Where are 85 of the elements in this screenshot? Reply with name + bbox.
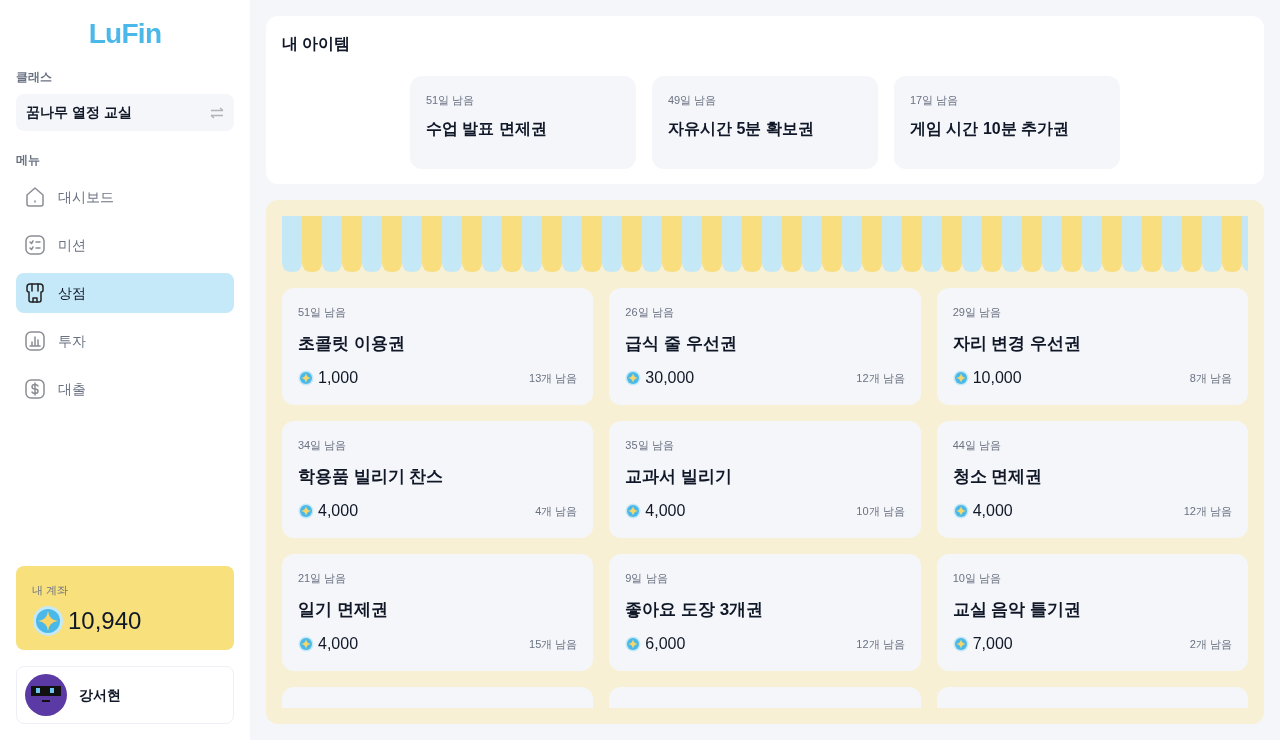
shop-item-card[interactable]: 26일 남음 급식 줄 우선권 30,000 12개 남음 bbox=[609, 288, 921, 405]
shop-item-card[interactable]: 29일 남음 자리 변경 우선권 10,000 8개 남음 bbox=[936, 288, 1248, 405]
coin-icon bbox=[952, 370, 969, 386]
item-name: 자유시간 5분 확보권 bbox=[668, 118, 815, 139]
stock-left: 12개 남음 bbox=[856, 370, 905, 386]
menu-item[interactable]: 상점 bbox=[16, 273, 234, 313]
account-label: 내 계좌 bbox=[32, 583, 70, 598]
avatar-icon bbox=[25, 674, 67, 716]
item-price: 7,000 bbox=[972, 634, 1013, 654]
item-card[interactable]: 17일 남음 게임 시간 10분 추가권 bbox=[894, 76, 1120, 169]
menu-item[interactable]: 대시보드 bbox=[16, 177, 234, 217]
shop-item-card[interactable]: 51일 남음 초콜릿 이용권 1,000 13개 남음 bbox=[282, 288, 594, 405]
item-name: 게임 시간 10분 추가권 bbox=[910, 118, 1071, 139]
item-card[interactable]: 49일 남음 자유시간 5분 확보권 bbox=[652, 76, 878, 169]
item-name: 자리 변경 우선권 bbox=[952, 332, 1083, 355]
item-name: 학용품 빌리기 찬스 bbox=[298, 465, 445, 488]
item-name: 수업 발표 면제권 bbox=[426, 118, 548, 139]
item-price: 4,000 bbox=[318, 501, 359, 521]
section-label: 클래스 bbox=[16, 69, 53, 86]
item-name: 초콜릿 이용권 bbox=[298, 332, 406, 355]
days-left: 44일 남음 bbox=[952, 438, 1002, 453]
shop-item-card[interactable]: 10일 남음 교실 음악 틀기권 7,000 2개 남음 bbox=[936, 554, 1248, 671]
days-left: 51일 남음 bbox=[426, 93, 476, 108]
stock-left: 12개 남음 bbox=[856, 636, 905, 652]
coin-icon bbox=[625, 370, 642, 386]
menu-item[interactable]: 대출 bbox=[16, 369, 234, 409]
stock-left: 12개 남음 bbox=[1183, 503, 1232, 519]
logo: LuFin bbox=[88, 20, 162, 48]
days-left: 10일 남음 bbox=[952, 571, 1002, 586]
coin-icon bbox=[625, 503, 642, 519]
dollar-icon bbox=[24, 378, 46, 400]
item-name: 교실 음악 틀기권 bbox=[952, 598, 1083, 621]
store-icon bbox=[24, 282, 46, 304]
coin-icon bbox=[298, 636, 314, 652]
item-price: 4,000 bbox=[972, 501, 1013, 521]
days-left: 9일 남음 bbox=[625, 571, 669, 586]
menu-item[interactable]: 미션 bbox=[16, 225, 234, 265]
days-left: 49일 남음 bbox=[668, 93, 718, 108]
item-name: 일기 면제권 bbox=[298, 598, 389, 621]
item-name: 급식 줄 우선권 bbox=[625, 332, 738, 355]
stock-left: 8개 남음 bbox=[1189, 370, 1232, 386]
shop-item-card[interactable]: 34일 남음 학용품 빌리기 찬스 4,000 4개 남음 bbox=[282, 421, 594, 538]
days-left: 51일 남음 bbox=[298, 305, 348, 320]
item-name: 좋아요 도장 3개권 bbox=[625, 598, 765, 621]
menu-item[interactable]: 투자 bbox=[16, 321, 234, 361]
section-label: 메뉴 bbox=[16, 152, 41, 169]
item-price: 4,000 bbox=[318, 634, 359, 654]
account-balance: 10,940 bbox=[68, 605, 142, 636]
coin-icon bbox=[298, 370, 314, 386]
stock-left: 13개 남음 bbox=[529, 370, 578, 386]
class-selector[interactable]: 꿈나무 열정 교실 bbox=[16, 94, 234, 131]
days-left: 35일 남음 bbox=[625, 438, 675, 453]
coin-icon bbox=[32, 604, 64, 637]
item-card[interactable]: 51일 남음 수업 발표 면제권 bbox=[410, 76, 636, 169]
coin-icon bbox=[952, 503, 969, 519]
item-name: 교과서 빌리기 bbox=[625, 465, 734, 488]
item-price: 30,000 bbox=[645, 368, 695, 388]
days-left: 34일 남음 bbox=[298, 438, 348, 453]
item-name: 청소 면제권 bbox=[952, 465, 1044, 488]
stock-left: 10개 남음 bbox=[856, 503, 905, 519]
item-price: 4,000 bbox=[645, 501, 686, 521]
coin-icon bbox=[298, 503, 314, 519]
panel-title: 내 아이템 bbox=[282, 34, 352, 54]
checklist-icon bbox=[24, 234, 46, 256]
home-icon bbox=[24, 186, 46, 208]
days-left: 26일 남음 bbox=[625, 305, 675, 320]
shop-item-card[interactable]: 9일 남음 좋아요 도장 3개권 6,000 12개 남음 bbox=[609, 554, 921, 671]
item-price: 10,000 bbox=[972, 368, 1022, 388]
coin-icon bbox=[952, 636, 969, 652]
chart-icon bbox=[24, 330, 46, 352]
stock-left: 4개 남음 bbox=[535, 503, 578, 519]
days-left: 29일 남음 bbox=[952, 305, 1002, 320]
shop-item-card[interactable]: 35일 남음 교과서 빌리기 4,000 10개 남음 bbox=[609, 421, 921, 538]
user-name: 강서현 bbox=[79, 685, 121, 705]
user-card[interactable]: 강서현 bbox=[16, 666, 234, 724]
item-price: 6,000 bbox=[645, 634, 686, 654]
swap-icon bbox=[210, 106, 224, 119]
shop-item-card[interactable]: 21일 남음 일기 면제권 4,000 15개 남음 bbox=[282, 554, 594, 671]
item-price: 1,000 bbox=[318, 368, 359, 388]
stock-left: 2개 남음 bbox=[1189, 636, 1232, 652]
shop-item-card[interactable]: 44일 남음 청소 면제권 4,000 12개 남음 bbox=[936, 421, 1248, 538]
days-left: 17일 남음 bbox=[910, 93, 960, 108]
stock-left: 15개 남음 bbox=[529, 636, 578, 652]
days-left: 21일 남음 bbox=[298, 571, 348, 586]
coin-icon bbox=[625, 636, 642, 652]
